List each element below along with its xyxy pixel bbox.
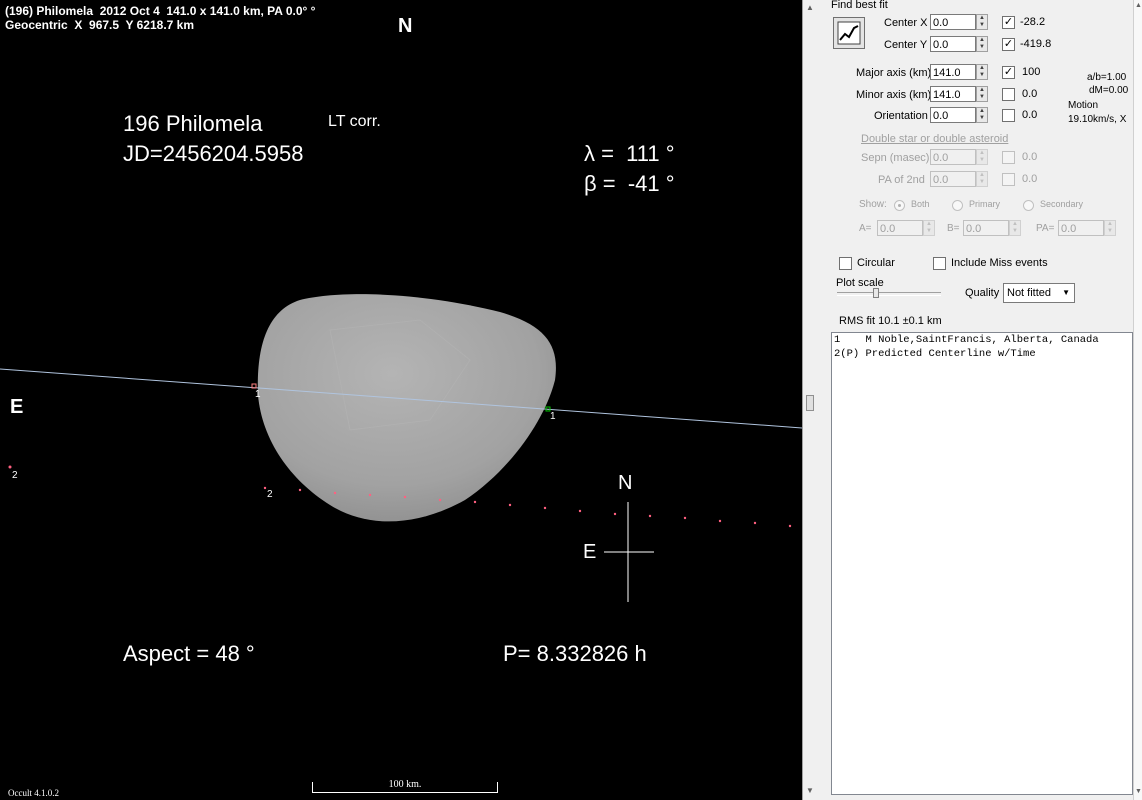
separation-fix-checkbox[interactable] <box>1002 151 1015 164</box>
pa-spinner[interactable]: ▲ ▼ <box>1104 220 1116 236</box>
center-x-fix-checkbox[interactable]: ✓ <box>1002 16 1015 29</box>
a-spinner[interactable]: ▲ ▼ <box>923 220 935 236</box>
circular-checkbox[interactable] <box>839 257 852 270</box>
fit-graph-icon <box>837 21 861 45</box>
minor-axis-spinner[interactable]: ▲ ▼ <box>976 86 988 102</box>
scroll-up-icon[interactable]: ▲ <box>806 3 814 12</box>
circular-label: Circular <box>857 257 895 269</box>
chord-2-label: 2 <box>267 489 273 500</box>
orientation-spinner[interactable]: ▲ ▼ <box>976 107 988 123</box>
center-y-fix-checkbox[interactable]: ✓ <box>1002 38 1015 51</box>
panel-scrollbar[interactable]: ▲ ▼ <box>1133 0 1142 800</box>
panel-scroll-up-icon[interactable]: ▲ <box>1135 2 1142 9</box>
major-axis-fix-checkbox[interactable]: ✓ <box>1002 66 1015 79</box>
show-label: Show: <box>859 199 887 210</box>
observer-list[interactable]: 1 M Noble,SaintFrancis, Alberta, Canada … <box>831 332 1133 795</box>
orientation-fix-checkbox[interactable] <box>1002 109 1015 122</box>
a-input[interactable]: 0.0 <box>877 220 923 236</box>
show-primary-label: Primary <box>969 199 1000 209</box>
b-input[interactable]: 0.0 <box>963 220 1009 236</box>
quality-select[interactable]: Not fitted ▼ <box>1003 283 1075 303</box>
quality-label: Quality <box>965 287 1000 299</box>
major-axis-fixed-value: 100 <box>1022 66 1041 78</box>
pa-second-input[interactable]: 0.0 <box>930 171 976 187</box>
major-axis-input[interactable]: 141.0 <box>930 64 976 80</box>
find-best-fit-label: Find best fit <box>831 0 888 11</box>
center-y-input[interactable]: 0.0 <box>930 36 976 52</box>
chord-1-left-label: 1 <box>255 389 261 400</box>
orientation-rose <box>604 502 654 602</box>
quality-value: Not fitted <box>1007 287 1052 299</box>
list-item[interactable]: 1 M Noble,SaintFrancis, Alberta, Canada <box>832 333 1132 347</box>
panel-scroll-down-icon[interactable]: ▼ <box>1135 788 1142 795</box>
list-item[interactable]: 2(P) Predicted Centerline w/Time <box>832 347 1132 361</box>
fit-control-panel: Find best fit Center X 0.0 ▲ ▼ ✓ -28.2 Ce… <box>817 0 1142 800</box>
plot-scrollbar[interactable]: ▲ ▼ <box>802 0 817 800</box>
pa-second-fix-checkbox[interactable] <box>1002 173 1015 186</box>
minor-axis-fixed-value: 0.0 <box>1022 88 1038 100</box>
splitter-grip[interactable] <box>806 395 814 411</box>
chord-1-right-label: 1 <box>550 411 556 422</box>
minor-axis-input[interactable]: 141.0 <box>930 86 976 102</box>
pa-label: PA= <box>1036 223 1055 234</box>
orientation-input[interactable]: 0.0 <box>930 107 976 123</box>
orientation-fixed-value: 0.0 <box>1022 109 1038 121</box>
axis-ratio: a/b=1.00 <box>1087 72 1127 83</box>
major-axis-spinner[interactable]: ▲ ▼ <box>976 64 988 80</box>
a-label: A= <box>859 223 872 234</box>
show-secondary-label: Secondary <box>1040 199 1084 209</box>
motion-label: Motion <box>1068 100 1099 111</box>
motion-value: 19.10km/s, X <box>1068 114 1127 125</box>
show-primary-radio[interactable] <box>952 200 963 211</box>
scale-bar-label: 100 km. <box>388 779 422 790</box>
asteroid-shape <box>257 294 556 522</box>
center-x-input[interactable]: 0.0 <box>930 14 976 30</box>
separation-input[interactable]: 0.0 <box>930 149 976 165</box>
occultation-plot[interactable]: (196) Philomela 2012 Oct 4 141.0 x 141.0… <box>0 0 802 800</box>
minor-axis-label: Minor axis (km) <box>856 89 932 101</box>
pa-second-spinner[interactable]: ▲ ▼ <box>976 171 988 187</box>
shape-model-svg <box>0 294 802 602</box>
pa-second-label: PA of 2nd <box>878 174 925 186</box>
scroll-down-icon[interactable]: ▼ <box>806 786 814 795</box>
delta-magnitude: dM=0.00 <box>1089 85 1129 96</box>
center-y-label: Center Y <box>884 39 928 51</box>
center-y-fixed-value: -419.8 <box>1020 38 1052 50</box>
include-miss-label: Include Miss events <box>951 257 1048 269</box>
find-best-fit-button[interactable] <box>833 17 865 49</box>
orientation-label: Orientation <box>874 110 928 122</box>
major-axis-label: Major axis (km) <box>856 67 932 79</box>
center-y-spinner[interactable]: ▲ ▼ <box>976 36 988 52</box>
pa-input[interactable]: 0.0 <box>1058 220 1104 236</box>
scale-bar: 100 km. <box>312 779 498 793</box>
chord-2-edge-marker <box>8 465 12 469</box>
separation-spinner[interactable]: ▲ ▼ <box>976 149 988 165</box>
minor-axis-fix-checkbox[interactable] <box>1002 88 1015 101</box>
show-both-radio[interactable] <box>894 200 905 211</box>
center-x-fixed-value: -28.2 <box>1020 16 1046 28</box>
center-x-label: Center X <box>884 17 928 29</box>
show-secondary-radio[interactable] <box>1023 200 1034 211</box>
plot-scale-track[interactable] <box>837 292 941 296</box>
include-miss-checkbox[interactable] <box>933 257 946 270</box>
plot-scale-thumb[interactable] <box>873 288 879 298</box>
chevron-down-icon: ▼ <box>1062 288 1070 297</box>
b-spinner[interactable]: ▲ ▼ <box>1009 220 1021 236</box>
version-label: Occult 4.1.0.2 <box>8 788 59 798</box>
pa-second-fixed-value: 0.0 <box>1022 173 1038 185</box>
center-x-spinner[interactable]: ▲ ▼ <box>976 14 988 30</box>
show-both-label: Both <box>911 199 930 209</box>
b-label: B= <box>947 223 960 234</box>
rose-east-label: E <box>583 541 597 563</box>
double-star-title: Double star or double asteroid <box>861 133 1009 145</box>
separation-fixed-value: 0.0 <box>1022 151 1038 163</box>
rose-north-label: N <box>618 472 633 494</box>
chord-2-edge-label: 2 <box>12 470 18 481</box>
rms-fit-label: RMS fit 10.1 ±0.1 km <box>839 315 942 327</box>
separation-label: Sepn (masec) <box>861 152 930 164</box>
